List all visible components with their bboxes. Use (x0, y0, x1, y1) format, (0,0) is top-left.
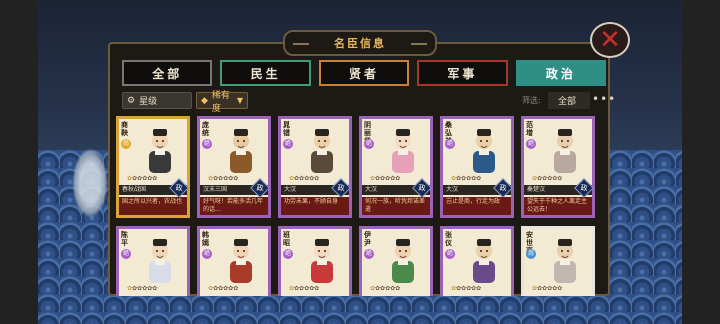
minister-name: 伊尹 (364, 231, 371, 247)
minister-quote: 国之所以兴者，农战也 (119, 197, 187, 215)
star-rating: ✿✿✿✿✿✿ (451, 175, 482, 182)
type-label: 政 (256, 184, 264, 192)
minister-portrait (542, 125, 588, 173)
grade-badge: 尚 (526, 249, 536, 259)
minister-card[interactable]: 晁错绝 ✿✿✿✿✿✿ 大汉政功劳未果，不顾自身 (278, 116, 352, 218)
filter-bar: ⚙ 星级 ◆ 稀有度 ▼ 筛选: 全部 ••• (116, 91, 615, 114)
filter-select[interactable]: 全部 (548, 92, 590, 109)
minister-card[interactable]: 张仪绝 ✿✿✿✿✿✿ (440, 226, 514, 296)
grade-badge: 绝 (364, 139, 374, 149)
minister-portrait (137, 235, 183, 283)
more-icon[interactable]: ••• (592, 92, 616, 106)
rarity-filter-dropdown[interactable]: ◆ 稀有度 ▼ (196, 91, 248, 114)
star-rating: ✿✿✿✿✿✿ (127, 285, 158, 292)
star-filter-dropdown[interactable]: ⚙ 星级 (122, 92, 192, 109)
minister-card[interactable]: 商鞅尚 ✿✿✿✿✿✿ 春秋战国政国之所以兴者，农战也 (116, 116, 190, 218)
minister-name: 庞统 (202, 121, 209, 137)
tab-1[interactable]: 民生 (220, 60, 311, 86)
minister-name: 韩嫣 (202, 231, 209, 247)
grade-badge: 绝 (283, 249, 293, 259)
minister-portrait (299, 125, 345, 173)
star-rating: ✿✿✿✿✿✿ (532, 285, 563, 292)
minister-portrait (461, 125, 507, 173)
rarity-diamond-icon: ◆ (201, 95, 208, 106)
star-filter-icon: ⚙ (127, 95, 136, 106)
minister-quote: 功劳未果，不顾自身 (281, 197, 349, 215)
star-rating: ✿✿✿✿✿✿ (451, 285, 482, 292)
minister-name: 晁错 (283, 121, 290, 137)
close-icon: ✕ (599, 25, 621, 55)
minister-card[interactable]: 陈平绝 ✿✿✿✿✿✿ (116, 226, 190, 296)
tab-4[interactable]: 政治 (515, 60, 607, 86)
star-rating: ✿✿✿✿✿✿ (370, 285, 401, 292)
minister-portrait (380, 125, 426, 173)
type-label: 政 (580, 184, 588, 192)
minister-portrait (542, 235, 588, 283)
tab-3[interactable]: 军事 (417, 60, 508, 86)
star-rating: ✿✿✿✿✿✿ (127, 175, 158, 182)
minister-portrait (380, 235, 426, 283)
minister-card[interactable]: 伊尹绝 ✿✿✿✿✿✿ (359, 226, 433, 296)
minister-quote: 好气呀！若能多活几年的话… (200, 197, 268, 215)
minister-card-grid: 商鞅尚 ✿✿✿✿✿✿ 春秋战国政国之所以兴者，农战也 庞统绝 ✿✿✿✿✿✿ 汉末三国政好气… (116, 116, 600, 296)
category-tabs: 全部 民生 贤者 军事 政治 (122, 60, 607, 86)
grade-badge: 绝 (445, 249, 455, 259)
tab-2[interactable]: 贤者 (318, 60, 410, 86)
tab-0[interactable]: 全部 (122, 60, 213, 86)
grade-badge: 绝 (283, 139, 293, 149)
star-rating: ✿✿✿✿✿✿ (208, 285, 239, 292)
grade-badge: 绝 (526, 139, 536, 149)
filter-label: 筛选: (522, 96, 541, 105)
minister-portrait (137, 125, 183, 173)
minister-card[interactable]: 范增绝 ✿✿✿✿✿✿ 秦楚汉政望失于千种之人离走主公远去！ (521, 116, 595, 218)
grade-badge: 尚 (121, 139, 131, 149)
minister-quote: 岂止是商，行走为政 (443, 197, 511, 215)
minister-portrait (218, 125, 264, 173)
minister-quote: 望失于千种之人离走主公远去！ (524, 197, 592, 215)
minister-card[interactable]: 庞统绝 ✿✿✿✿✿✿ 汉末三国政好气呀！若能多活几年的话… (197, 116, 271, 218)
background-frame-right (682, 0, 720, 324)
grade-badge: 绝 (202, 139, 212, 149)
star-filter-label: 星级 (139, 97, 158, 107)
chevron-down-icon: ▼ (236, 96, 243, 105)
type-label: 政 (337, 184, 345, 192)
minister-card[interactable]: 班昭绝 ✿✿✿✿✿✿ (278, 226, 352, 296)
grade-badge: 绝 (202, 249, 212, 259)
minister-card[interactable]: 桑弘羊绝✿✿✿✿✿✿大汉政岂止是商，行走为政 (440, 116, 514, 218)
minister-name: 范增 (526, 121, 533, 137)
star-rating: ✿✿✿✿✿✿ (370, 175, 401, 182)
minister-name: 商鞅 (121, 121, 128, 137)
minister-portrait (218, 235, 264, 283)
minister-name: 陈平 (121, 231, 128, 247)
star-rating: ✿✿✿✿✿✿ (289, 285, 320, 292)
minister-name: 张仪 (445, 231, 452, 247)
minister-card[interactable]: 阴丽华绝✿✿✿✿✿✿大汉政何况一族，听凭邦诺差遣 (359, 116, 433, 218)
background-frame-left (0, 0, 38, 324)
grade-badge: 绝 (364, 249, 374, 259)
type-label: 政 (499, 184, 507, 192)
minister-portrait (299, 235, 345, 283)
minister-name: 班昭 (283, 231, 290, 247)
grade-badge: 绝 (445, 139, 455, 149)
star-rating: ✿✿✿✿✿✿ (208, 175, 239, 182)
rarity-filter-label: 稀有度 (211, 90, 230, 114)
type-label: 政 (418, 184, 426, 192)
minister-card[interactable]: 安世高尚✿✿✿✿✿✿ (521, 226, 595, 296)
minister-quote: 何况一族，听凭邦诺差遣 (362, 197, 430, 215)
panel-title: 名臣信息 (283, 30, 437, 56)
close-button[interactable]: ✕ (590, 22, 630, 58)
star-rating: ✿✿✿✿✿✿ (532, 175, 563, 182)
minister-card[interactable]: 韩嫣绝 ✿✿✿✿✿✿ (197, 226, 271, 296)
star-rating: ✿✿✿✿✿✿ (289, 175, 320, 182)
grade-badge: 绝 (121, 249, 131, 259)
type-label: 政 (175, 184, 183, 192)
background-island (72, 148, 108, 218)
minister-portrait (461, 235, 507, 283)
